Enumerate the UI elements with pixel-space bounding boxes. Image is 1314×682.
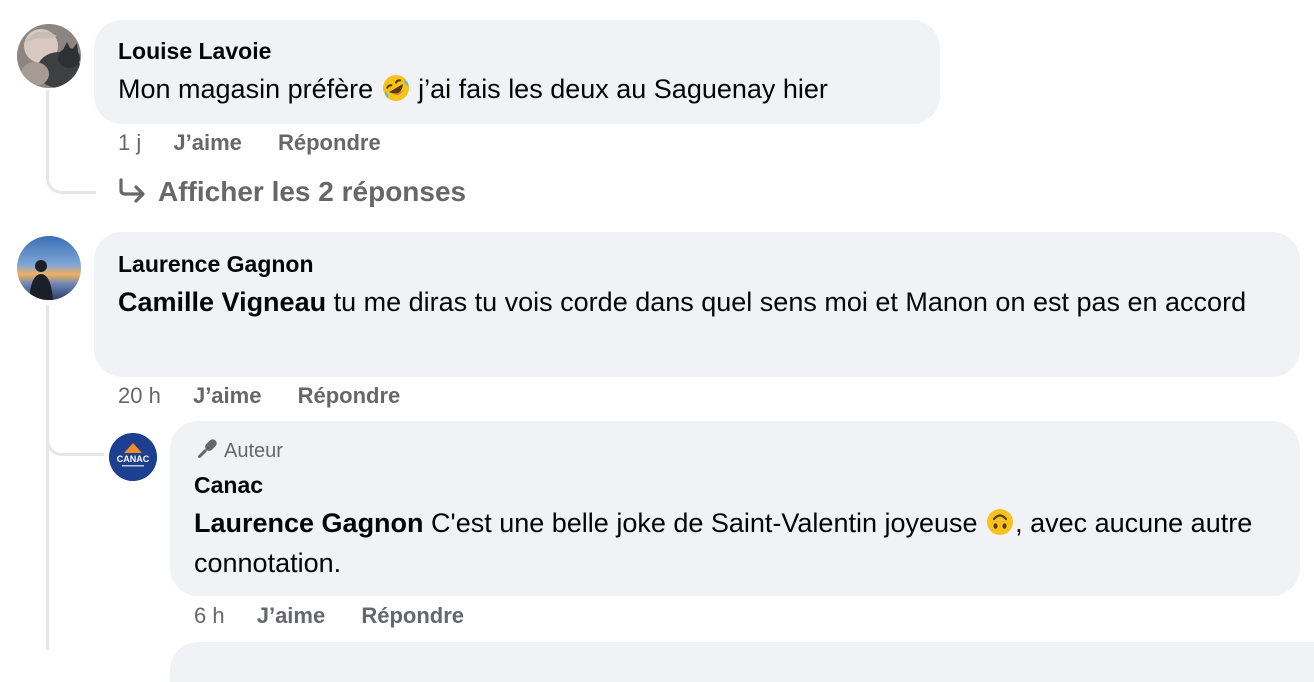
comment-text: Camille Vigneau tu me diras tu vois cord… <box>118 282 1278 322</box>
comment-author[interactable]: Louise Lavoie <box>118 38 271 65</box>
reply-author[interactable]: Canac <box>194 472 263 499</box>
reply-text-part: C'est une belle joke de Saint-Valentin j… <box>423 508 986 538</box>
avatar-photo <box>17 236 81 300</box>
microphone-icon <box>198 439 217 458</box>
thread-curve-1 <box>46 150 96 194</box>
view-replies-label: Afficher les 2 réponses <box>158 176 467 207</box>
avatar-louise-lavoie[interactable] <box>17 24 81 88</box>
reply-button[interactable]: Répondre <box>278 130 381 155</box>
thread-curve-2 <box>46 420 104 456</box>
reply-text: Laurence Gagnon C'est une belle joke de … <box>194 503 1274 583</box>
avatar-laurence-gagnon[interactable] <box>17 236 81 300</box>
like-button[interactable]: J’aime <box>193 383 262 408</box>
rolling-on-floor-laughing-emoji <box>382 75 409 101</box>
comment-author[interactable]: Laurence Gagnon <box>118 251 314 278</box>
view-replies-link[interactable]: Afficher les 2 réponses <box>118 176 466 208</box>
canac-logo-text: CANAC <box>117 454 150 464</box>
mention-link[interactable]: Camille Vigneau <box>118 287 326 317</box>
comment-meta-laurence: 20 h J’aime Répondre <box>118 383 400 409</box>
avatar-photo <box>17 24 81 88</box>
next-reply-bubble-partial <box>170 642 1314 682</box>
like-button[interactable]: J’aime <box>173 130 242 155</box>
comment-timestamp[interactable]: 1 j <box>118 130 141 155</box>
reply-button[interactable]: Répondre <box>298 383 401 408</box>
thread-line-2 <box>46 305 49 650</box>
reply-timestamp[interactable]: 6 h <box>194 603 225 628</box>
author-badge: Auteur <box>194 437 283 463</box>
avatar-canac[interactable]: CANAC <box>109 433 157 481</box>
like-button[interactable]: J’aime <box>257 603 326 628</box>
reply-button[interactable]: Répondre <box>361 603 464 628</box>
upside-down-face-emoji <box>987 509 1014 535</box>
comment-text-part: Mon magasin préfère <box>118 74 374 104</box>
comment-text-part: j’ai fais les deux au Saguenay hier <box>410 74 828 104</box>
mention-link[interactable]: Laurence Gagnon <box>194 508 424 538</box>
comment-timestamp[interactable]: 20 h <box>118 383 161 408</box>
comment-text: Mon magasin préfère j’ai fais les deux a… <box>118 69 828 109</box>
canac-logo-icon: CANAC <box>109 433 157 481</box>
reply-meta-canac: 6 h J’aime Répondre <box>194 603 464 629</box>
author-badge-label: Auteur <box>224 440 283 462</box>
comment-meta-louise: 1 j J’aime Répondre <box>118 130 381 156</box>
comment-text-part: tu me diras tu vois corde dans quel sens… <box>326 287 1247 317</box>
reply-arrow-icon <box>119 178 145 203</box>
